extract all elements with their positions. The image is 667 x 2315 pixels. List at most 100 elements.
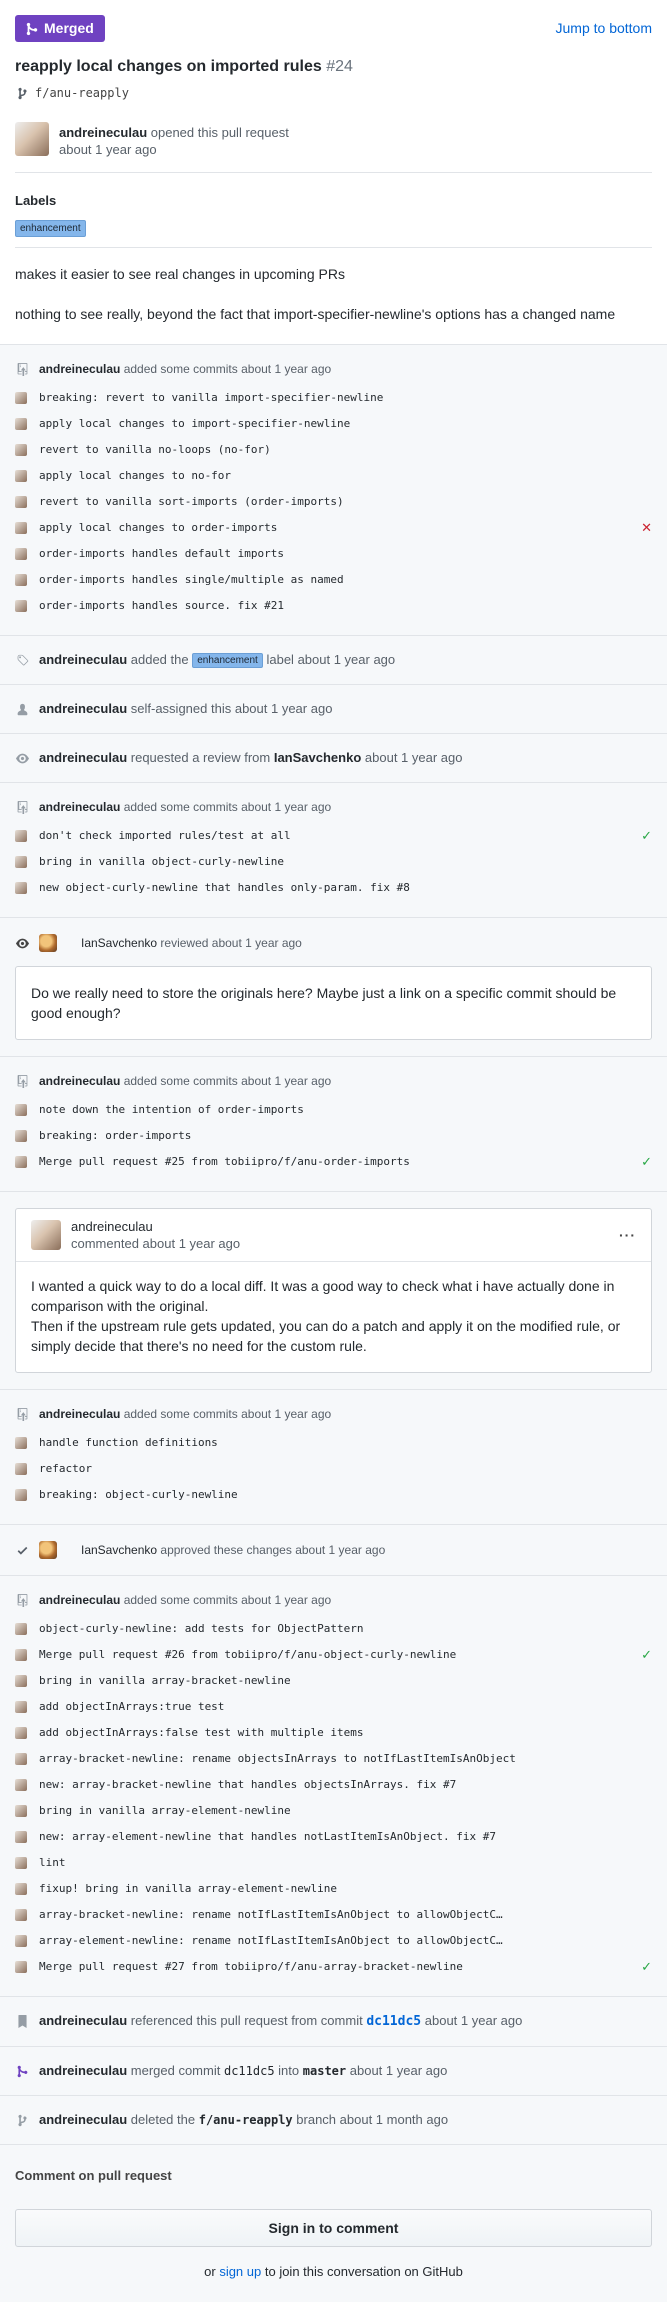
ci-success-icon[interactable]: ✓ bbox=[636, 827, 652, 846]
author-link[interactable]: IanSavchenko bbox=[81, 936, 157, 950]
avatar[interactable] bbox=[15, 1130, 27, 1143]
commit-message-link[interactable]: refactor bbox=[39, 1461, 636, 1477]
commit-message-link[interactable]: breaking: order-imports bbox=[39, 1128, 636, 1144]
author-link[interactable]: andreineculau bbox=[39, 2063, 127, 2078]
reviewer-link[interactable]: IanSavchenko bbox=[274, 750, 361, 765]
label-badge[interactable]: enhancement bbox=[15, 220, 86, 238]
avatar[interactable] bbox=[15, 1961, 27, 1974]
event-time[interactable]: about 1 year ago bbox=[241, 800, 331, 814]
event-time[interactable]: about 1 year ago bbox=[143, 1236, 241, 1251]
avatar[interactable] bbox=[39, 934, 57, 953]
avatar[interactable] bbox=[15, 1104, 27, 1117]
commit-message-link[interactable]: handle function definitions bbox=[39, 1435, 636, 1451]
target-branch[interactable]: master bbox=[303, 2064, 346, 2078]
event-time[interactable]: about 1 year ago bbox=[241, 1074, 331, 1088]
avatar[interactable] bbox=[39, 1541, 57, 1560]
avatar[interactable] bbox=[15, 574, 27, 587]
event-time[interactable]: about 1 month ago bbox=[340, 2112, 448, 2127]
avatar[interactable] bbox=[15, 122, 49, 157]
author-link[interactable]: andreineculau bbox=[39, 2112, 127, 2127]
commit-message-link[interactable]: Merge pull request #25 from tobiipro/f/a… bbox=[39, 1154, 636, 1170]
avatar[interactable] bbox=[31, 1220, 61, 1251]
commit-message-link[interactable]: revert to vanilla sort-imports (order-im… bbox=[39, 494, 636, 510]
avatar[interactable] bbox=[15, 1805, 27, 1818]
ci-failure-icon[interactable]: ✕ bbox=[636, 519, 652, 538]
author-link[interactable]: andreineculau bbox=[39, 800, 120, 814]
event-time[interactable]: about 1 year ago bbox=[425, 2013, 523, 2028]
event-time[interactable]: about 1 year ago bbox=[241, 362, 331, 376]
commit-message-link[interactable]: array-bracket-newline: rename objectsInA… bbox=[39, 1751, 636, 1767]
event-time[interactable]: about 1 year ago bbox=[298, 652, 396, 667]
ci-success-icon[interactable]: ✓ bbox=[636, 1646, 652, 1665]
avatar[interactable] bbox=[15, 1779, 27, 1792]
commit-message-link[interactable]: order-imports handles single/multiple as… bbox=[39, 572, 636, 588]
avatar[interactable] bbox=[15, 392, 27, 405]
avatar[interactable] bbox=[15, 882, 27, 895]
opened-time[interactable]: about 1 year ago bbox=[59, 141, 289, 158]
author-link[interactable]: andreineculau bbox=[39, 362, 120, 376]
commit-message-link[interactable]: bring in vanilla object-curly-newline bbox=[39, 854, 636, 870]
author-link[interactable]: andreineculau bbox=[59, 125, 147, 140]
avatar[interactable] bbox=[15, 1753, 27, 1766]
avatar[interactable] bbox=[15, 1156, 27, 1169]
avatar[interactable] bbox=[15, 418, 27, 431]
author-link[interactable]: andreineculau bbox=[39, 2013, 127, 2028]
event-time[interactable]: about 1 year ago bbox=[241, 1593, 331, 1607]
author-link[interactable]: andreineculau bbox=[39, 652, 127, 667]
avatar[interactable] bbox=[15, 1623, 27, 1636]
commit-message-link[interactable]: order-imports handles default imports bbox=[39, 546, 636, 562]
event-time[interactable]: about 1 year ago bbox=[241, 1407, 331, 1421]
commit-message-link[interactable]: breaking: revert to vanilla import-speci… bbox=[39, 390, 636, 406]
avatar[interactable] bbox=[15, 1649, 27, 1662]
avatar[interactable] bbox=[15, 1909, 27, 1922]
avatar[interactable] bbox=[15, 1463, 27, 1476]
avatar[interactable] bbox=[15, 1701, 27, 1714]
commit-message-link[interactable]: add objectInArrays:true test bbox=[39, 1699, 636, 1715]
ci-success-icon[interactable]: ✓ bbox=[636, 1958, 652, 1977]
event-time[interactable]: about 1 year ago bbox=[295, 1543, 385, 1557]
jump-to-bottom-link[interactable]: Jump to bottom bbox=[556, 18, 653, 38]
avatar[interactable] bbox=[15, 856, 27, 869]
ci-success-icon[interactable]: ✓ bbox=[636, 1153, 652, 1172]
commit-message-link[interactable]: revert to vanilla no-loops (no-for) bbox=[39, 442, 636, 458]
commit-message-link[interactable]: lint bbox=[39, 1855, 636, 1871]
commit-message-link[interactable]: bring in vanilla array-element-newline bbox=[39, 1803, 636, 1819]
avatar[interactable] bbox=[15, 1437, 27, 1450]
commit-message-link[interactable]: Merge pull request #26 from tobiipro/f/a… bbox=[39, 1647, 636, 1663]
avatar[interactable] bbox=[15, 1935, 27, 1948]
event-time[interactable]: about 1 year ago bbox=[235, 701, 333, 716]
avatar[interactable] bbox=[15, 522, 27, 535]
commit-message-link[interactable]: object-curly-newline: add tests for Obje… bbox=[39, 1621, 636, 1637]
author-link[interactable]: andreineculau bbox=[39, 1593, 120, 1607]
avatar[interactable] bbox=[15, 600, 27, 613]
commit-message-link[interactable]: new object-curly-newline that handles on… bbox=[39, 880, 636, 896]
author-link[interactable]: andreineculau bbox=[71, 1219, 153, 1234]
sign-in-button[interactable]: Sign in to comment bbox=[15, 2209, 652, 2248]
more-options-icon[interactable]: ··· bbox=[619, 1227, 636, 1244]
avatar[interactable] bbox=[15, 1831, 27, 1844]
avatar[interactable] bbox=[15, 444, 27, 457]
avatar[interactable] bbox=[15, 830, 27, 843]
avatar[interactable] bbox=[15, 1727, 27, 1740]
commit-message-link[interactable]: fixup! bring in vanilla array-element-ne… bbox=[39, 1881, 636, 1897]
avatar[interactable] bbox=[15, 1857, 27, 1870]
avatar[interactable] bbox=[15, 1675, 27, 1688]
commit-message-link[interactable]: Merge pull request #27 from tobiipro/f/a… bbox=[39, 1959, 636, 1975]
event-time[interactable]: about 1 year ago bbox=[212, 936, 302, 950]
commit-message-link[interactable]: breaking: object-curly-newline bbox=[39, 1487, 636, 1503]
event-time[interactable]: about 1 year ago bbox=[365, 750, 463, 765]
avatar[interactable] bbox=[15, 496, 27, 509]
commit-message-link[interactable]: bring in vanilla array-bracket-newline bbox=[39, 1673, 636, 1689]
commit-message-link[interactable]: new: array-bracket-newline that handles … bbox=[39, 1777, 636, 1793]
author-link[interactable]: andreineculau bbox=[39, 701, 127, 716]
commit-message-link[interactable]: apply local changes to order-imports bbox=[39, 520, 636, 536]
commit-sha-link[interactable]: dc11dc5 bbox=[366, 2014, 421, 2029]
commit-sha-link[interactable]: dc11dc5 bbox=[224, 2064, 275, 2078]
commit-message-link[interactable]: array-element-newline: rename notIfLastI… bbox=[39, 1933, 636, 1949]
commit-message-link[interactable]: apply local changes to no-for bbox=[39, 468, 636, 484]
avatar[interactable] bbox=[15, 1883, 27, 1896]
commit-message-link[interactable]: new: array-element-newline that handles … bbox=[39, 1829, 636, 1845]
commit-message-link[interactable]: array-bracket-newline: rename notIfLastI… bbox=[39, 1907, 636, 1923]
author-link[interactable]: IanSavchenko bbox=[81, 1543, 157, 1557]
author-link[interactable]: andreineculau bbox=[39, 750, 127, 765]
